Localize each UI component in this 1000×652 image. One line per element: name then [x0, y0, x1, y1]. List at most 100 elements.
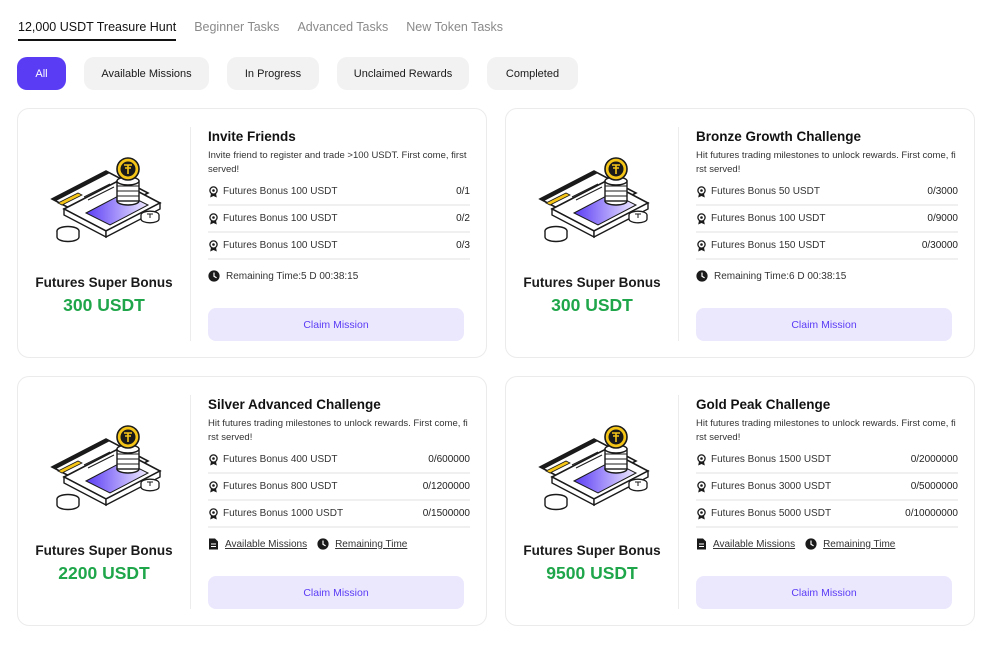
- tab-beginner-tasks[interactable]: Beginner Tasks: [194, 0, 279, 42]
- available-missions-link[interactable]: Available Missions: [225, 539, 307, 550]
- remaining-time-row: Remaining Time:6 D 00:38:15: [696, 260, 958, 292]
- task-name: Futures Bonus 150 USDT: [711, 240, 826, 251]
- available-missions-link[interactable]: Available Missions: [713, 539, 795, 550]
- bonus-amount: 9500 USDT: [546, 563, 638, 583]
- task-row: Futures Bonus 5000 USDT 0/10000000: [696, 501, 958, 528]
- bonus-panel: Futures Super Bonus 300 USDT: [506, 109, 678, 357]
- bonus-amount: 2200 USDT: [58, 563, 150, 583]
- bonus-panel: Futures Super Bonus 300 USDT: [18, 109, 190, 357]
- filter-in-progress-button[interactable]: In Progress: [227, 57, 319, 90]
- task-row: Futures Bonus 100 USDT 0/9000: [696, 206, 958, 233]
- bonus-amount: 300 USDT: [63, 295, 145, 315]
- task-row: Futures Bonus 800 USDT 0/1200000: [208, 474, 470, 501]
- medal-icon: [696, 480, 707, 493]
- document-icon: [208, 538, 219, 550]
- filter-unclaimed-rewards-button[interactable]: Unclaimed Rewards: [337, 57, 469, 90]
- filter-available-missions-button[interactable]: Available Missions: [84, 57, 209, 90]
- task-row: Futures Bonus 50 USDT 0/3000: [696, 179, 958, 206]
- medal-icon: [208, 212, 219, 225]
- task-row: Futures Bonus 1000 USDT 0/1500000: [208, 501, 470, 528]
- task-progress: 0/10000000: [905, 508, 958, 519]
- mission-card: Futures Super Bonus 300 USDT Invite Frie…: [17, 108, 487, 358]
- filter-completed-button[interactable]: Completed: [487, 57, 578, 90]
- clock-icon: [208, 270, 220, 282]
- task-progress: 0/3000: [927, 186, 958, 197]
- treasure-illustration: [44, 157, 168, 257]
- document-icon: [696, 538, 707, 550]
- top-tab-bar: 12,000 USDT Treasure Hunt Beginner Tasks…: [18, 0, 521, 42]
- task-row: Futures Bonus 100 USDT 0/3: [208, 233, 470, 260]
- tab-treasure-hunt[interactable]: 12,000 USDT Treasure Hunt: [18, 0, 177, 41]
- task-row: Futures Bonus 100 USDT 0/1: [208, 179, 470, 206]
- bonus-label: Futures Super Bonus: [523, 543, 661, 558]
- medal-icon: [208, 480, 219, 493]
- card-divider: [678, 395, 679, 609]
- card-divider: [190, 127, 191, 341]
- clock-icon: [317, 538, 329, 550]
- card-divider: [190, 395, 191, 609]
- card-divider: [678, 127, 679, 341]
- mission-links-row: Available Missions Remaining Time: [208, 528, 470, 560]
- medal-icon: [696, 507, 707, 520]
- task-name: Futures Bonus 1000 USDT: [223, 508, 344, 519]
- remaining-time-link[interactable]: Remaining Time: [823, 539, 895, 550]
- remaining-time-text: Remaining Time:5 D 00:38:15: [226, 270, 359, 282]
- task-row: Futures Bonus 3000 USDT 0/5000000: [696, 474, 958, 501]
- medal-icon: [696, 212, 707, 225]
- task-name: Futures Bonus 100 USDT: [223, 240, 338, 251]
- mission-card: Futures Super Bonus 300 USDT Bronze Grow…: [505, 108, 975, 358]
- claim-mission-button[interactable]: Claim Mission: [208, 308, 464, 341]
- treasure-illustration: [44, 425, 168, 525]
- mission-details: Invite Friends Invite friend to register…: [208, 127, 470, 292]
- task-progress: 0/1: [456, 186, 470, 197]
- mission-title: Gold Peak Challenge: [696, 397, 831, 412]
- task-row: Futures Bonus 150 USDT 0/30000: [696, 233, 958, 260]
- tab-advanced-tasks[interactable]: Advanced Tasks: [297, 0, 388, 42]
- task-progress: 0/3: [456, 240, 470, 251]
- task-name: Futures Bonus 100 USDT: [711, 213, 826, 224]
- medal-icon: [208, 453, 219, 466]
- bonus-label: Futures Super Bonus: [35, 275, 173, 290]
- treasure-illustration: [532, 157, 656, 257]
- mission-details: Gold Peak Challenge Hit futures trading …: [696, 395, 958, 560]
- claim-mission-button[interactable]: Claim Mission: [696, 576, 952, 609]
- task-name: Futures Bonus 50 USDT: [711, 186, 820, 197]
- task-progress: 0/30000: [921, 240, 958, 251]
- medal-icon: [208, 185, 219, 198]
- task-progress: 0/600000: [428, 454, 470, 465]
- mission-title: Invite Friends: [208, 129, 296, 144]
- bonus-panel: Futures Super Bonus 2200 USDT: [18, 377, 190, 625]
- task-row: Futures Bonus 400 USDT 0/600000: [208, 447, 470, 474]
- task-progress: 0/2000000: [910, 454, 958, 465]
- claim-mission-button[interactable]: Claim Mission: [696, 308, 952, 341]
- task-name: Futures Bonus 400 USDT: [223, 454, 338, 465]
- mission-description: Hit futures trading milestones to unlock…: [696, 150, 956, 175]
- task-name: Futures Bonus 100 USDT: [223, 213, 338, 224]
- task-progress: 0/1200000: [422, 481, 470, 492]
- medal-icon: [696, 453, 707, 466]
- tab-new-token-tasks[interactable]: New Token Tasks: [406, 0, 503, 42]
- task-name: Futures Bonus 3000 USDT: [711, 481, 832, 492]
- mission-card: Futures Super Bonus 2200 USDT Silver Adv…: [17, 376, 487, 626]
- mission-title: Silver Advanced Challenge: [208, 397, 381, 412]
- mission-description: Invite friend to register and trade >100…: [208, 150, 467, 175]
- bonus-label: Futures Super Bonus: [35, 543, 173, 558]
- task-progress: 0/1500000: [422, 508, 470, 519]
- treasure-illustration: [532, 425, 656, 525]
- task-progress: 0/9000: [927, 213, 958, 224]
- mission-filter-bar: All Available Missions In Progress Uncla…: [17, 57, 596, 90]
- task-progress: 0/5000000: [910, 481, 958, 492]
- remaining-time-link[interactable]: Remaining Time: [335, 539, 407, 550]
- task-progress: 0/2: [456, 213, 470, 224]
- bonus-amount: 300 USDT: [551, 295, 633, 315]
- claim-mission-button[interactable]: Claim Mission: [208, 576, 464, 609]
- filter-all-button[interactable]: All: [17, 57, 66, 90]
- medal-icon: [696, 239, 707, 252]
- remaining-time-row: Remaining Time:5 D 00:38:15: [208, 260, 470, 292]
- mission-description: Hit futures trading milestones to unlock…: [696, 418, 956, 443]
- task-row: Futures Bonus 1500 USDT 0/2000000: [696, 447, 958, 474]
- task-name: Futures Bonus 100 USDT: [223, 186, 338, 197]
- task-name: Futures Bonus 5000 USDT: [711, 508, 832, 519]
- bonus-label: Futures Super Bonus: [523, 275, 661, 290]
- medal-icon: [208, 507, 219, 520]
